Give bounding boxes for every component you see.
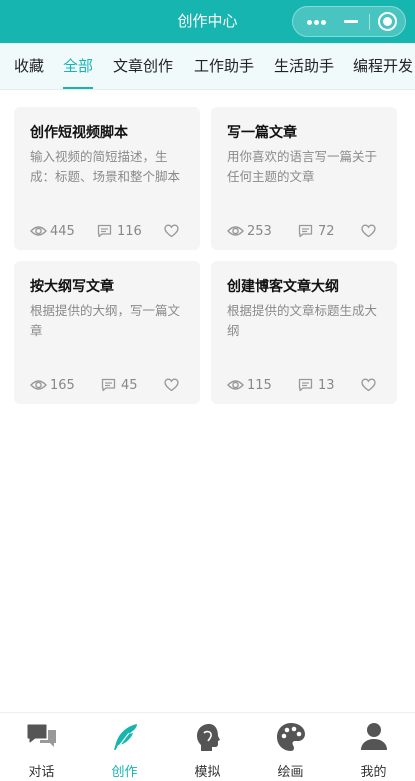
capsule-menu: [292, 6, 406, 37]
comment-icon: [298, 224, 313, 238]
eye-icon: [227, 226, 244, 236]
nav-item-chat[interactable]: 对话: [0, 713, 83, 781]
card-description: 用你喜欢的语言写一篇关于任何主题的文章: [227, 149, 378, 184]
tab-work-assistant[interactable]: 工作助手: [194, 43, 254, 89]
eye-icon: [30, 380, 47, 390]
palette-icon: [277, 723, 305, 751]
eye-icon: [30, 226, 47, 236]
tab-favorites[interactable]: 收藏: [14, 43, 44, 89]
card-title: 创建博客文章大纲: [227, 279, 339, 295]
card-description: 根据提供的文章标题生成大纲: [227, 303, 378, 338]
nav-label: 绘画: [277, 765, 304, 780]
card-title: 写一篇文章: [227, 125, 297, 141]
card-short-video-script[interactable]: 创作短视频脚本 输入视频的简短描述，生成：标题、场景和整个脚本 445 116: [14, 107, 200, 250]
nav-label: 对话: [28, 765, 55, 780]
heart-icon: [361, 378, 376, 392]
card-title: 按大纲写文章: [30, 279, 114, 295]
close-target-icon[interactable]: [372, 7, 402, 36]
nav-item-create[interactable]: 创作: [83, 713, 166, 781]
chat-icon: [27, 724, 56, 747]
user-icon: [361, 723, 387, 750]
heart-icon: [164, 224, 179, 238]
capsule-divider: [369, 14, 370, 30]
feather-icon: [114, 724, 137, 751]
heart-icon: [361, 224, 376, 238]
card-title: 创作短视频脚本: [30, 125, 128, 141]
heart-icon: [164, 378, 179, 392]
minimize-icon[interactable]: [335, 7, 367, 36]
nav-item-mine[interactable]: 我的: [332, 713, 415, 781]
card-blog-outline[interactable]: 创建博客文章大纲 根据提供的文章标题生成大纲 115 13: [211, 261, 397, 404]
comment-icon: [298, 378, 313, 392]
nav-item-draw[interactable]: 绘画: [249, 713, 332, 781]
tab-article-creation[interactable]: 文章创作: [113, 43, 173, 89]
title-bar: 创作中心: [0, 0, 415, 43]
nav-label: 模拟: [194, 765, 221, 780]
head-profile-icon: [197, 724, 220, 751]
nav-item-simulate[interactable]: 模拟: [166, 713, 249, 781]
nav-label: 创作: [111, 765, 138, 780]
nav-label: 我的: [360, 765, 387, 780]
more-options-icon[interactable]: [301, 7, 335, 36]
bottom-nav: 对话 创作 模拟 绘画 我的: [0, 712, 415, 781]
tab-life-assistant[interactable]: 生活助手: [274, 43, 334, 89]
card-description: 根据提供的大纲，写一篇文章: [30, 303, 181, 338]
card-write-article[interactable]: 写一篇文章 用你喜欢的语言写一篇关于任何主题的文章 253 72: [211, 107, 397, 250]
tab-programming[interactable]: 编程开发: [353, 43, 413, 89]
category-tabs: 收藏 全部 文章创作 工作助手 生活助手 编程开发: [0, 43, 415, 90]
tab-all[interactable]: 全部: [63, 43, 94, 89]
comment-icon: [101, 378, 116, 392]
card-description: 输入视频的简短描述，生成：标题、场景和整个脚本: [30, 149, 181, 184]
card-outline-article[interactable]: 按大纲写文章 根据提供的大纲，写一篇文章 165 45: [14, 261, 200, 404]
eye-icon: [227, 380, 244, 390]
comment-icon: [97, 224, 112, 238]
